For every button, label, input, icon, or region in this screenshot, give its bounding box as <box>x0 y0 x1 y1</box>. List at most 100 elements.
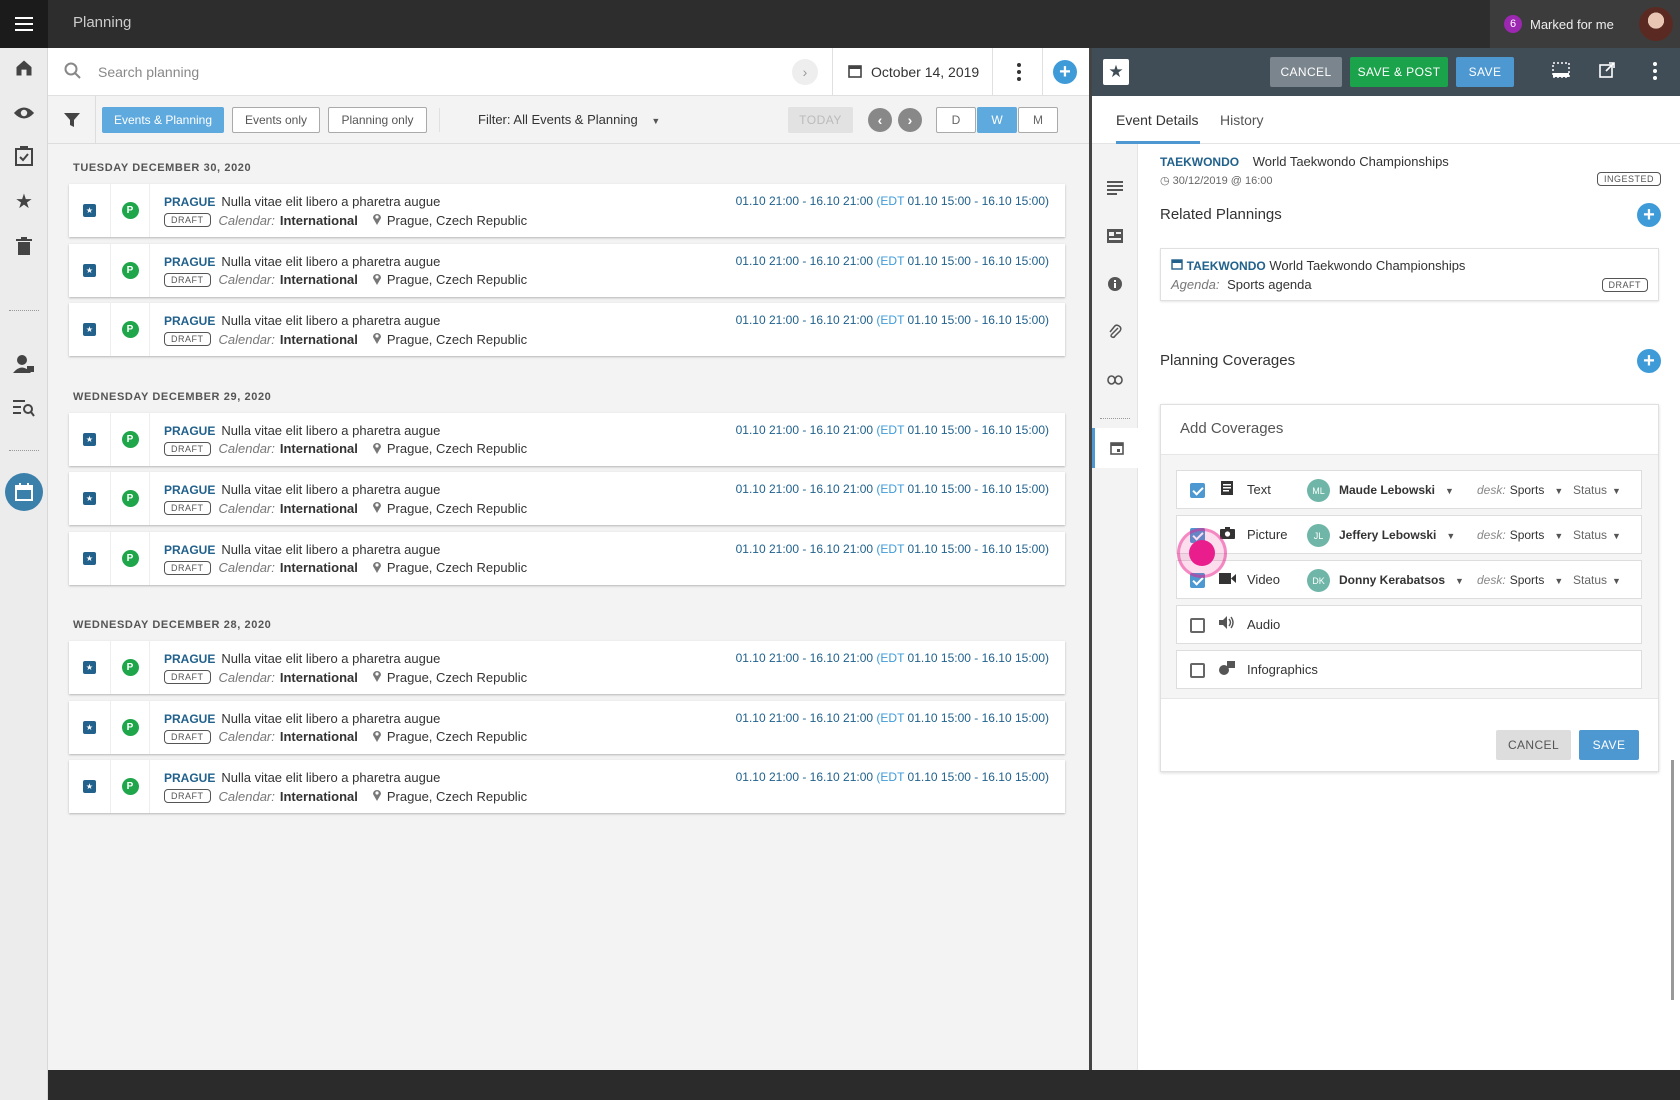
item-meta-line: DRAFT Calendar: International Prague, Czech… <box>164 331 527 347</box>
assignee-name: Maude Lebowski <box>1339 483 1436 497</box>
search-go-button[interactable]: › <box>792 59 818 85</box>
editor-more-icon[interactable] <box>1652 61 1658 86</box>
list-item[interactable]: ★ P PRAGUE Nulla vitae elit libero a pharet… <box>69 641 1065 694</box>
list-item[interactable]: ★ P PRAGUE Nulla vitae elit libero a pharet… <box>69 243 1065 297</box>
coverage-row-infographics: Infographics <box>1176 650 1642 689</box>
event-heading: TAEKWONDO World Taekwondo Championships <box>1160 154 1449 169</box>
contact-card-icon[interactable] <box>1092 216 1138 256</box>
edt-time: 01.10 15:00 - 16.10 15:00) <box>907 253 1049 268</box>
filter-dropdown-label: Filter: All Events & Planning <box>478 112 638 127</box>
minimize-icon[interactable] <box>1552 62 1570 83</box>
next-arrow-icon[interactable]: › <box>898 108 922 132</box>
user-lock-icon[interactable] <box>0 344 48 384</box>
home-icon[interactable] <box>0 48 48 88</box>
info-icon[interactable] <box>1092 264 1138 304</box>
user-avatar[interactable] <box>1632 0 1680 48</box>
calendar-label: Calendar: <box>218 212 275 228</box>
assignee-dropdown[interactable]: Donny Kerabatsos ▼ <box>1339 573 1464 587</box>
desk-dropdown[interactable]: desk: Sports ▼ <box>1477 573 1563 587</box>
coverage-checkbox[interactable] <box>1190 618 1205 633</box>
assignee-dropdown[interactable]: Jeffery Lebowski ▼ <box>1339 528 1455 542</box>
view-month-button[interactable]: M <box>1018 107 1058 133</box>
calendar-value: International <box>279 788 358 804</box>
status-dropdown[interactable]: Status ▼ <box>1573 528 1621 542</box>
add-item-button[interactable]: + <box>1053 60 1077 84</box>
coverage-save-button[interactable]: SAVE <box>1579 730 1639 760</box>
open-external-icon[interactable] <box>1599 62 1615 83</box>
prev-arrow-icon[interactable]: ‹ <box>868 108 892 132</box>
event-star-icon[interactable]: ★ <box>1103 59 1129 85</box>
save-post-button[interactable]: SAVE & POST <box>1350 57 1448 87</box>
list-item[interactable]: ★ P PRAGUE Nulla vitae elit libero a pharet… <box>69 700 1065 754</box>
more-options-icon[interactable] <box>1011 60 1027 84</box>
tab-event-details[interactable]: Event Details <box>1116 112 1198 128</box>
coverage-cancel-button[interactable]: CANCEL <box>1496 730 1571 760</box>
paperclip-icon[interactable] <box>1092 312 1138 352</box>
coverage-checkbox[interactable] <box>1190 663 1205 678</box>
hamburger-menu-icon[interactable] <box>0 0 48 48</box>
status-badge: DRAFT <box>164 670 211 684</box>
location-text: Prague, Czech Republic <box>386 788 528 804</box>
avatar: DK <box>1307 569 1330 592</box>
chevron-down-icon: ▼ <box>1612 486 1621 496</box>
planning-p-icon: P <box>111 531 150 585</box>
star-icon[interactable]: ★ <box>0 181 48 221</box>
assignee-dropdown[interactable]: Maude Lebowski ▼ <box>1339 483 1454 497</box>
coverage-checkbox[interactable] <box>1190 483 1205 498</box>
filter-dropdown[interactable]: Filter: All Events & Planning ▼ <box>478 112 660 127</box>
search-bar: › October 14, 2019 + <box>48 48 1089 96</box>
planning-side-icon[interactable] <box>1092 428 1138 468</box>
trash-icon[interactable] <box>0 226 48 266</box>
eye-icon[interactable] <box>0 93 48 133</box>
list-item[interactable]: ★ P PRAGUE Nulla vitae elit libero a pharet… <box>69 184 1065 237</box>
add-coverage-button[interactable]: + <box>1637 349 1661 373</box>
list-item[interactable]: ★ P PRAGUE Nulla vitae elit libero a pharet… <box>69 303 1065 356</box>
tab-events-planning[interactable]: Events & Planning <box>102 107 224 133</box>
date-picker[interactable]: October 14, 2019 <box>848 48 979 96</box>
desk-dropdown[interactable]: desk: Sports ▼ <box>1477 483 1563 497</box>
details-lines-icon[interactable] <box>1092 168 1138 208</box>
day-header: WEDNESDAY DECEMBER 28, 2020 <box>73 619 272 631</box>
edt-time: 01.10 15:00 - 16.10 15:00) <box>907 482 1049 496</box>
item-times: 01.10 21:00 - 16.10 21:00 (EDT 01.10 15:… <box>736 651 1049 665</box>
view-day-button[interactable]: D <box>936 107 976 133</box>
list-item[interactable]: ★ P PRAGUE Nulla vitae elit libero a pharet… <box>69 412 1065 466</box>
status-dropdown[interactable]: Status ▼ <box>1573 573 1621 587</box>
coverage-row-text: Text ML Maude Lebowski ▼ desk: Sports ▼ Status ▼ <box>1176 470 1642 509</box>
day-header: WEDNESDAY DECEMBER 29, 2020 <box>73 390 272 403</box>
today-button[interactable]: TODAY <box>788 107 853 133</box>
view-week-button[interactable]: W <box>977 107 1017 133</box>
list-item[interactable]: ★ P PRAGUE Nulla vitae elit libero a pharet… <box>69 472 1065 525</box>
cancel-button[interactable]: CANCEL <box>1270 57 1342 87</box>
item-time: 01.10 21:00 - 16.10 21:00 <box>735 651 874 665</box>
coverage-type: Video <box>1247 572 1281 587</box>
marked-for-me-button[interactable]: 6 Marked for me <box>1490 0 1632 48</box>
item-times: 01.10 21:00 - 16.10 21:00 (EDT 01.10 15:… <box>736 254 1049 268</box>
add-related-planning-button[interactable]: + <box>1637 203 1661 227</box>
related-planning-card[interactable]: TAEKWONDO World Taekwondo Championships … <box>1160 248 1659 301</box>
edt-open: (EDT <box>876 194 905 208</box>
search-input[interactable] <box>98 58 828 86</box>
desk-dropdown[interactable]: desk: Sports ▼ <box>1477 528 1563 542</box>
save-button[interactable]: SAVE <box>1456 57 1514 87</box>
edt-time: 01.10 15:00 - 16.10 15:00) <box>907 710 1049 725</box>
list-item[interactable]: ★ P PRAGUE Nulla vitae elit libero a pharet… <box>69 760 1065 813</box>
item-meta-line: DRAFT Calendar: International Prague, Czech… <box>164 788 527 804</box>
item-times: 01.10 21:00 - 16.10 21:00 (EDT 01.10 15:… <box>736 482 1049 496</box>
video-camera-icon <box>1219 571 1236 587</box>
item-title-line: PRAGUE Nulla vitae elit libero a pharetra… <box>164 254 440 269</box>
link-icon[interactable] <box>1092 360 1138 400</box>
filter-icon[interactable] <box>48 96 96 144</box>
calendar-label: Calendar: <box>218 669 275 685</box>
edt-open: (EDT <box>876 651 905 665</box>
tab-history[interactable]: History <box>1220 112 1264 128</box>
status-badge: DRAFT <box>164 272 211 287</box>
editor-scrollbar[interactable] <box>1671 760 1674 1000</box>
tab-planning-only[interactable]: Planning only <box>328 107 427 133</box>
tab-events-only[interactable]: Events only <box>232 107 320 133</box>
status-dropdown[interactable]: Status ▼ <box>1573 483 1621 497</box>
assignments-icon[interactable] <box>0 136 48 176</box>
list-item[interactable]: ★ P PRAGUE Nulla vitae elit libero a pharet… <box>69 531 1065 585</box>
planning-calendar-icon[interactable] <box>5 473 43 511</box>
search-list-icon[interactable] <box>0 388 48 428</box>
